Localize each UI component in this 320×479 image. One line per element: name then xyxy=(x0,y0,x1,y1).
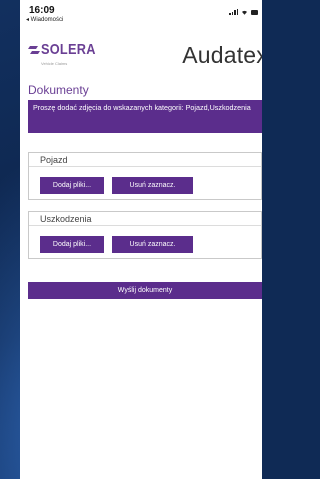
section-title: Uszkodzenia xyxy=(29,212,261,226)
solera-logo-mark-icon xyxy=(28,46,40,54)
section-title: Pojazd xyxy=(29,153,261,167)
logo-wordmark: SOLERA xyxy=(41,41,96,58)
brand-name: Audatex xyxy=(182,42,262,68)
status-time: 16:09 xyxy=(29,5,55,16)
logo-tagline: Vehicle Claims xyxy=(41,61,68,66)
page-title: Dokumenty xyxy=(28,83,89,97)
back-to-app-link[interactable]: ◂ Wiadomości xyxy=(26,16,63,23)
section-uszkodzenia: Uszkodzenia Dodaj pliki... Usuń zaznacz. xyxy=(28,211,262,259)
add-files-button[interactable]: Dodaj pliki... xyxy=(40,236,104,253)
add-files-button[interactable]: Dodaj pliki... xyxy=(40,177,104,194)
solera-logo: SOLERA Vehicle Claims xyxy=(28,40,95,70)
clear-selection-button[interactable]: Usuń zaznacz. xyxy=(112,177,193,194)
wifi-icon xyxy=(242,10,247,15)
clear-selection-button[interactable]: Usuń zaznacz. xyxy=(112,236,193,253)
info-banner: Proszę dodać zdjęcia do wskazanych kateg… xyxy=(28,100,262,133)
status-bar: 16:09 ◂ Wiadomości xyxy=(20,0,262,23)
status-icons xyxy=(229,9,258,15)
battery-icon xyxy=(251,9,258,15)
app-header: SOLERA Vehicle Claims Audatex xyxy=(20,36,262,80)
section-pojazd: Pojazd Dodaj pliki... Usuń zaznacz. xyxy=(28,152,262,200)
send-documents-button[interactable]: Wyślij dokumenty xyxy=(28,282,262,299)
signal-icon xyxy=(229,9,238,15)
phone-screen: 16:09 ◂ Wiadomości SOLERA Vehicle Claims… xyxy=(20,0,262,479)
